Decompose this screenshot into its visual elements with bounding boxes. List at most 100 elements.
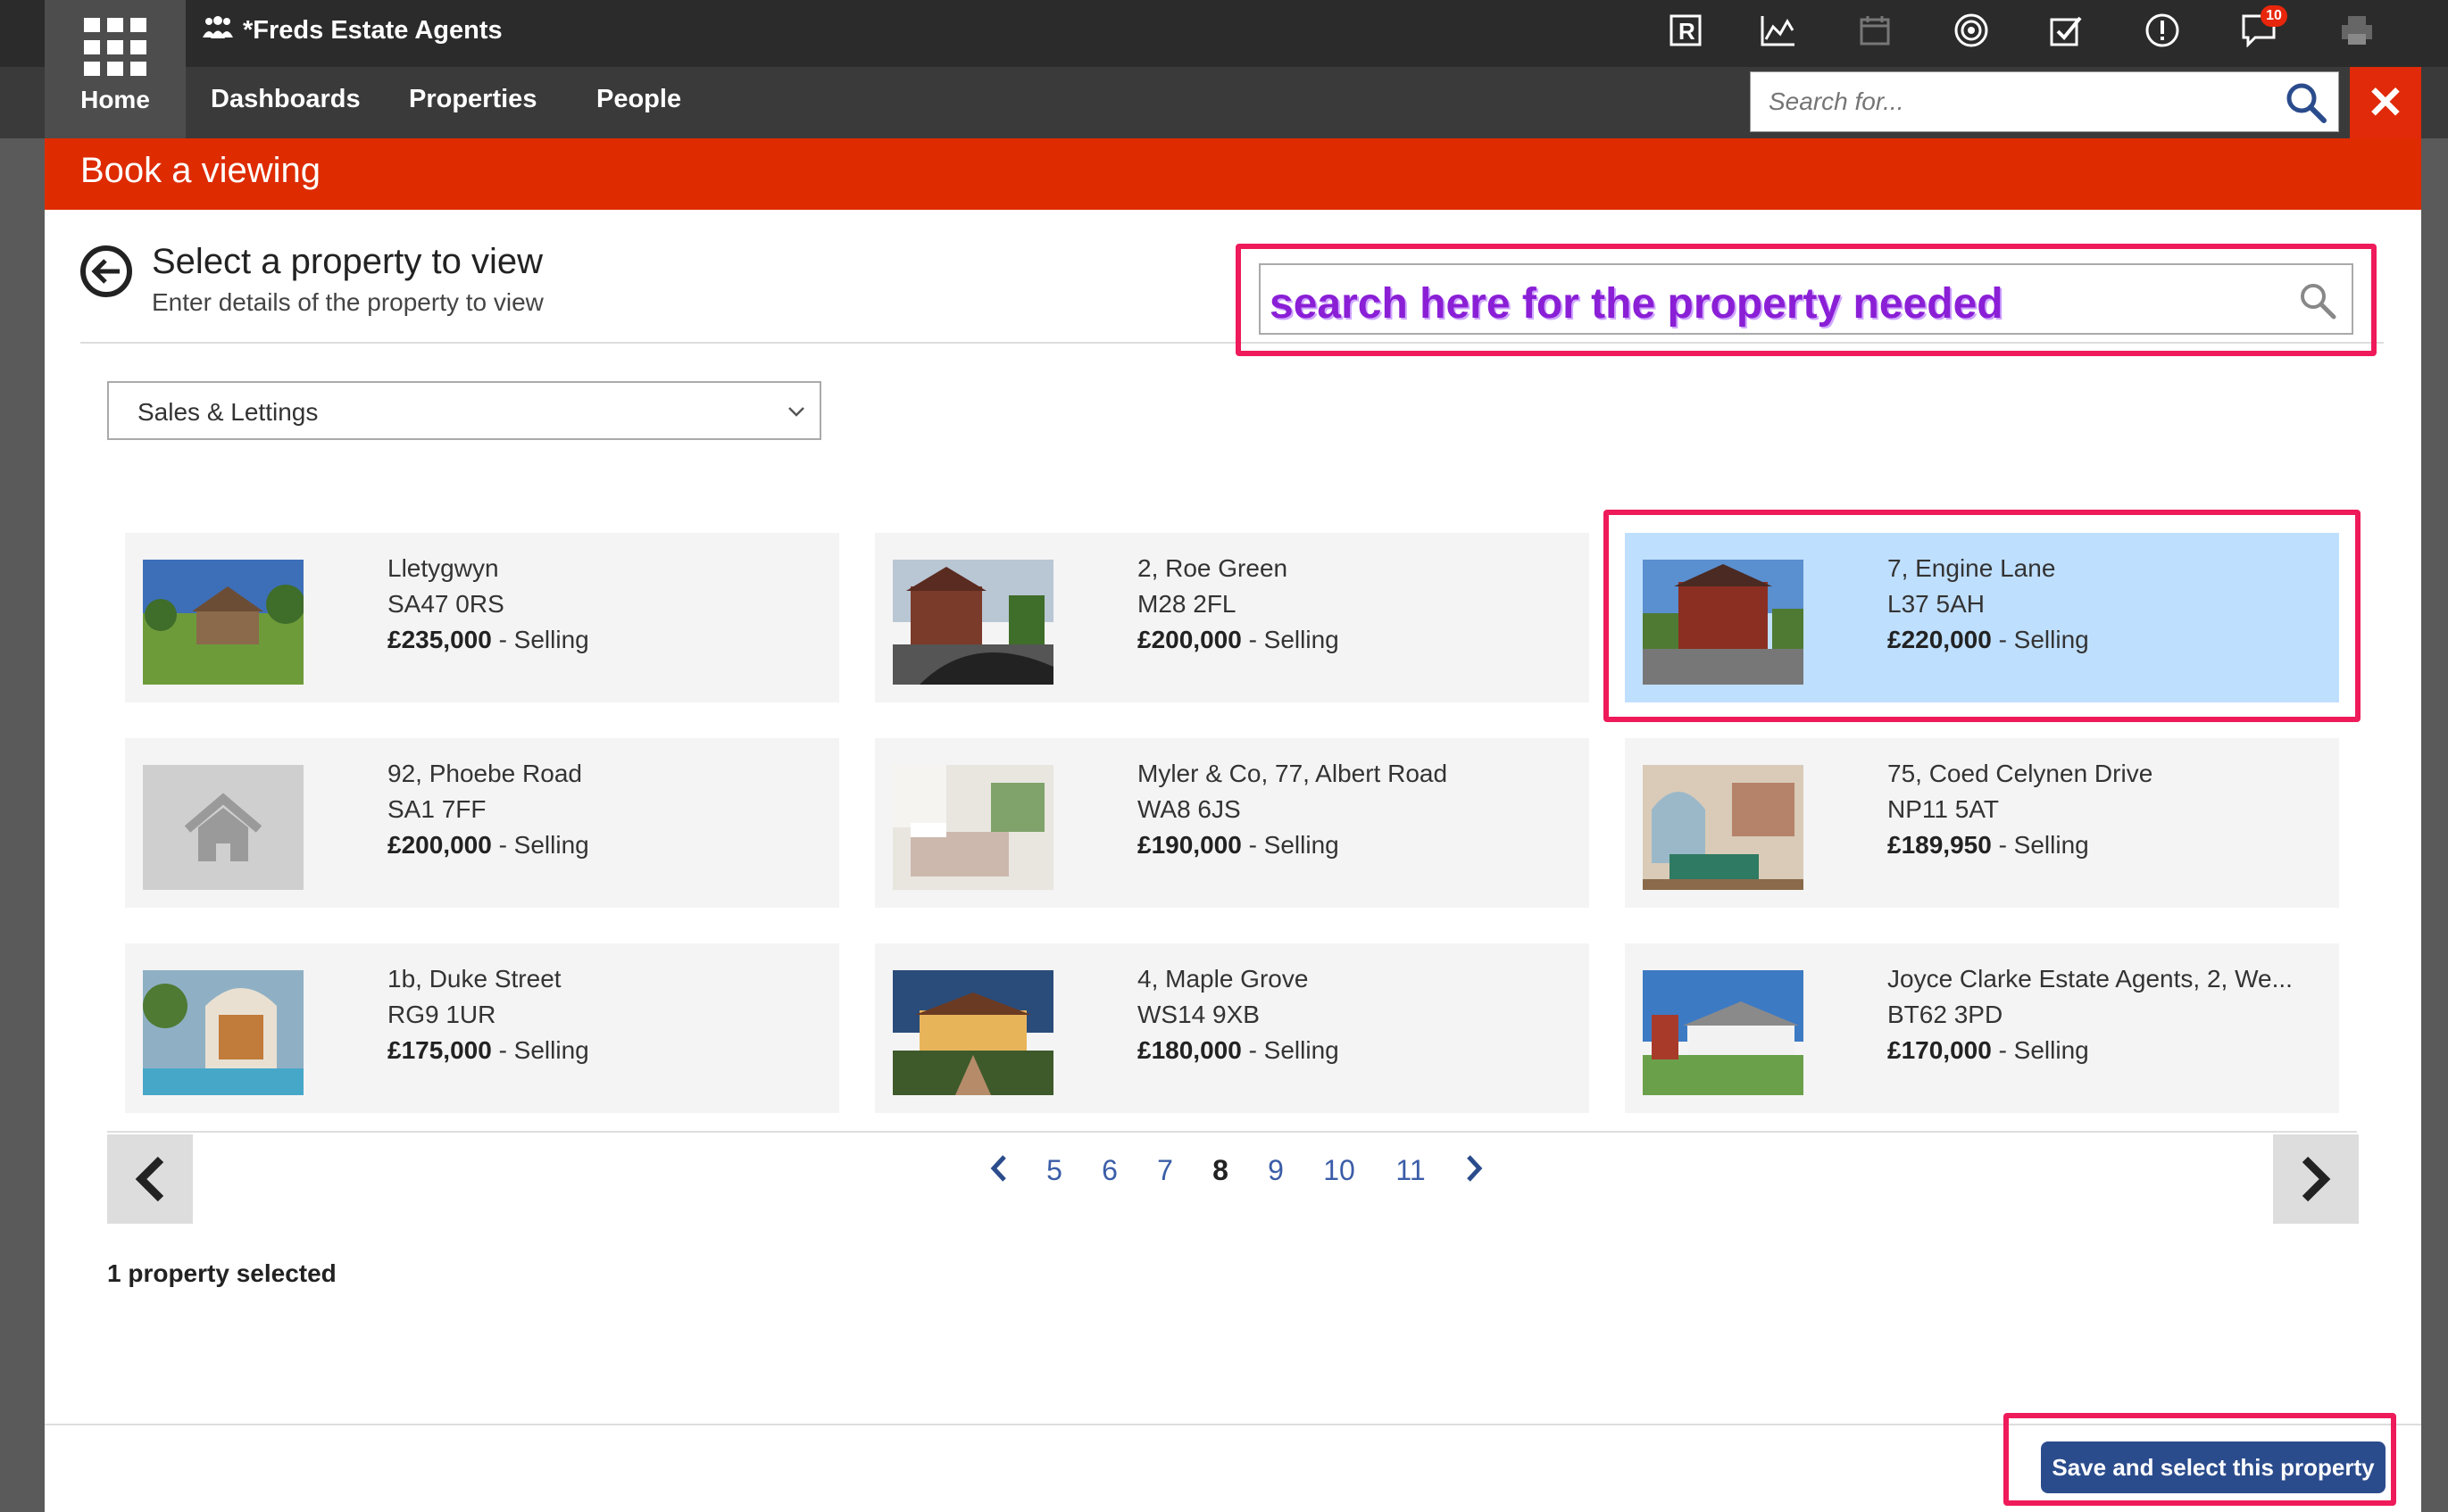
book-viewing-modal: Book a viewing Select a property to view… [45, 138, 2421, 1512]
property-card[interactable]: 92, Phoebe Road SA1 7FF £200,000 - Selli… [125, 738, 839, 908]
page-link[interactable]: 5 [1027, 1154, 1082, 1190]
sales-lettings-select[interactable]: Sales & Lettings [107, 381, 821, 440]
svg-text:R: R [1678, 18, 1695, 45]
app-grid-icon [84, 18, 146, 77]
page-link[interactable]: 6 [1082, 1154, 1137, 1190]
property-postcode: WS14 9XB [1137, 1001, 1260, 1028]
property-price-line: £190,000 - Selling [1137, 831, 1339, 860]
property-card[interactable]: Lletygwyn SA47 0RS £235,000 - Selling [125, 533, 839, 702]
property-price: £200,000 [387, 831, 492, 859]
global-search-input[interactable] [1751, 72, 2269, 131]
chart-icon[interactable] [1759, 11, 1798, 50]
placeholder-house-icon [143, 765, 304, 890]
property-card[interactable]: 4, Maple Grove WS14 9XB £180,000 - Selli… [875, 943, 1589, 1113]
print-icon[interactable] [2337, 11, 2377, 50]
property-price-line: £170,000 - Selling [1887, 1036, 2089, 1065]
property-price-line: £235,000 - Selling [387, 626, 589, 654]
property-price-line: £189,950 - Selling [1887, 831, 2089, 860]
property-address: Myler & Co, 77, Albert Road [1137, 760, 1448, 787]
property-price: £170,000 [1887, 1036, 1992, 1064]
r-logo-icon[interactable]: R [1666, 11, 1705, 50]
search-icon[interactable] [2285, 81, 2327, 129]
property-address: Joyce Clarke Estate Agents, 2, We... [1887, 965, 2293, 993]
property-address: 2, Roe Green [1137, 554, 1288, 582]
search-icon[interactable] [2298, 281, 2337, 325]
search-annotation-text: search here for the property needed [1270, 280, 2003, 328]
property-address: 92, Phoebe Road [387, 760, 582, 787]
property-photo [893, 765, 1053, 890]
property-photo [893, 970, 1053, 1095]
property-status: - Selling [1241, 626, 1339, 653]
messages-icon[interactable]: 10 [2239, 5, 2287, 50]
target-icon[interactable] [1952, 11, 1991, 50]
select-value: Sales & Lettings [137, 398, 319, 426]
modal-header: Book a viewing [45, 138, 2421, 210]
property-photo [893, 560, 1053, 685]
prev-page-button[interactable] [107, 1134, 193, 1224]
global-search[interactable] [1750, 71, 2339, 132]
property-price-line: £200,000 - Selling [1137, 626, 1339, 654]
property-photo [1643, 765, 1803, 890]
close-button[interactable]: ✕ [2350, 67, 2421, 138]
property-status: - Selling [1241, 831, 1339, 859]
chevron-left-icon[interactable] [971, 1154, 1027, 1190]
brand[interactable]: *Freds Estate Agents [202, 16, 503, 46]
property-postcode: WA8 6JS [1137, 795, 1241, 823]
brand-name: *Freds Estate Agents [243, 16, 503, 45]
property-postcode: SA47 0RS [387, 590, 504, 618]
property-card[interactable]: Joyce Clarke Estate Agents, 2, We... BT6… [1625, 943, 2339, 1113]
section-heading: Select a property to view [152, 242, 543, 281]
modal-title: Book a viewing [80, 151, 321, 190]
property-card[interactable]: 75, Coed Celynen Drive NP11 5AT £189,950… [1625, 738, 2339, 908]
property-address: 75, Coed Celynen Drive [1887, 760, 2153, 787]
property-status: - Selling [491, 1036, 589, 1064]
property-photo [143, 560, 304, 685]
home-label: Home [80, 86, 150, 113]
property-price: £235,000 [387, 626, 492, 653]
property-status: - Selling [1241, 1036, 1339, 1064]
property-postcode: SA1 7FF [387, 795, 487, 823]
property-postcode: M28 2FL [1137, 590, 1236, 618]
property-address: Lletygwyn [387, 554, 499, 582]
chevron-down-icon [786, 394, 807, 436]
close-icon: ✕ [2367, 78, 2404, 128]
property-card[interactable]: 2, Roe Green M28 2FL £200,000 - Selling [875, 533, 1589, 702]
home-tile[interactable]: Home [45, 0, 186, 138]
property-card[interactable]: Myler & Co, 77, Albert Road WA8 6JS £190… [875, 738, 1589, 908]
property-photo [1643, 970, 1803, 1095]
property-address: 1b, Duke Street [387, 965, 562, 993]
property-address: 4, Maple Grove [1137, 965, 1309, 993]
pagination: 5 6 7 8 9 10 11 [971, 1154, 1502, 1190]
property-search-field[interactable]: search here for the property needed [1259, 263, 2353, 335]
property-price: £200,000 [1137, 626, 1242, 653]
property-status: - Selling [1991, 1036, 2089, 1064]
property-price-line: £175,000 - Selling [387, 1036, 589, 1065]
property-status: - Selling [491, 831, 589, 859]
page-link[interactable]: 7 [1137, 1154, 1193, 1190]
calendar-icon[interactable] [1855, 11, 1894, 50]
back-arrow-icon[interactable] [80, 245, 132, 297]
property-price-line: £200,000 - Selling [387, 831, 589, 860]
nav-dashboards[interactable]: Dashboards [211, 85, 361, 114]
page-link[interactable]: 11 [1375, 1154, 1446, 1190]
property-price: £189,950 [1887, 831, 1992, 859]
page-link[interactable]: 10 [1303, 1154, 1375, 1190]
property-price: £180,000 [1137, 1036, 1242, 1064]
property-photo [143, 970, 304, 1095]
nav-properties[interactable]: Properties [409, 85, 537, 114]
alert-icon[interactable] [2143, 11, 2182, 50]
property-postcode: RG9 1UR [387, 1001, 496, 1028]
save-select-property-button[interactable]: Save and select this property [2041, 1441, 2386, 1493]
property-price-line: £180,000 - Selling [1137, 1036, 1339, 1065]
nav-people[interactable]: People [596, 85, 681, 114]
next-page-button[interactable] [2273, 1134, 2359, 1224]
people-icon [202, 16, 234, 46]
divider [107, 1131, 2357, 1133]
property-card[interactable]: 1b, Duke Street RG9 1UR £175,000 - Selli… [125, 943, 839, 1113]
current-page: 8 [1212, 1154, 1228, 1186]
chevron-right-icon[interactable] [1446, 1154, 1502, 1190]
page-link[interactable]: 9 [1248, 1154, 1303, 1190]
checklist-icon[interactable] [2046, 11, 2086, 50]
property-postcode: NP11 5AT [1887, 795, 2000, 823]
section-subheading: Enter details of the property to view [152, 288, 544, 316]
